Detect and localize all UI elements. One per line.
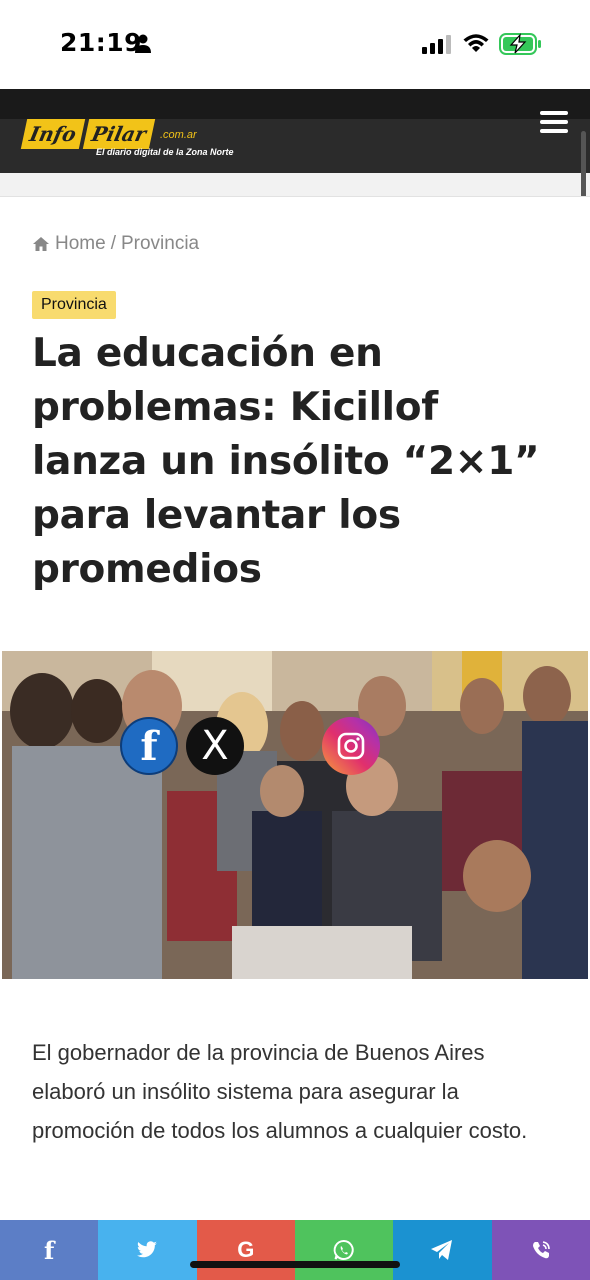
logo-tagline: El diario digital de la Zona Norte bbox=[96, 147, 234, 157]
signal-icon bbox=[422, 35, 451, 54]
twitter-share-button[interactable] bbox=[98, 1220, 197, 1280]
hamburger-menu-icon[interactable] bbox=[540, 111, 570, 135]
logo-word-pilar: Pilar bbox=[82, 119, 155, 149]
facebook-share-icon[interactable]: f bbox=[120, 717, 178, 775]
telegram-icon bbox=[431, 1240, 453, 1260]
facebook-icon: f bbox=[44, 1235, 55, 1265]
viber-share-button[interactable] bbox=[491, 1220, 590, 1280]
header-top-strip bbox=[0, 89, 590, 119]
breadcrumb-home-link[interactable]: Home bbox=[55, 233, 106, 255]
home-indicator[interactable] bbox=[190, 1261, 400, 1268]
telegram-share-button[interactable] bbox=[393, 1220, 492, 1280]
x-share-icon[interactable]: X bbox=[186, 717, 244, 775]
category-badge[interactable]: Provincia bbox=[32, 291, 116, 319]
twitter-icon bbox=[137, 1241, 158, 1258]
google-share-button[interactable]: G bbox=[196, 1220, 295, 1280]
person-icon bbox=[135, 34, 151, 53]
site-logo[interactable]: Info Pilar .com.ar El diario digital de … bbox=[20, 119, 244, 159]
instagram-share-icon[interactable] bbox=[322, 717, 380, 775]
whatsapp-icon bbox=[333, 1240, 354, 1260]
x-share-glyph: X bbox=[201, 723, 229, 769]
breadcrumb-separator: / bbox=[110, 233, 116, 254]
breadcrumb-current[interactable]: Provincia bbox=[121, 233, 199, 255]
google-icon: G bbox=[237, 1237, 255, 1262]
facebook-share-glyph: f bbox=[140, 722, 158, 770]
article-card: Home / Provincia Provincia La educación … bbox=[0, 196, 590, 1280]
facebook-share-button[interactable]: f bbox=[0, 1220, 99, 1280]
battery-charging-icon bbox=[499, 33, 541, 55]
home-icon bbox=[33, 237, 49, 251]
article-title: La educación en problemas: Kicillof lanz… bbox=[32, 331, 540, 592]
article-lead: El gobernador de la provincia de Buenos … bbox=[32, 1040, 528, 1143]
wifi-icon bbox=[463, 34, 489, 52]
status-time: 21:19 bbox=[60, 28, 143, 57]
site-header: Info Pilar .com.ar El diario digital de … bbox=[0, 89, 590, 173]
whatsapp-share-button[interactable] bbox=[294, 1220, 394, 1280]
breadcrumb: Home / Provincia bbox=[32, 233, 199, 255]
viber-icon bbox=[532, 1241, 550, 1259]
instagram-glyph-icon bbox=[337, 732, 365, 760]
status-bar: 21:19 bbox=[0, 0, 590, 89]
bottom-share-bar: f G bbox=[0, 1220, 590, 1280]
logo-domain: .com.ar bbox=[160, 129, 197, 141]
article-photo bbox=[2, 651, 588, 979]
logo-word-info: Info bbox=[20, 119, 86, 149]
